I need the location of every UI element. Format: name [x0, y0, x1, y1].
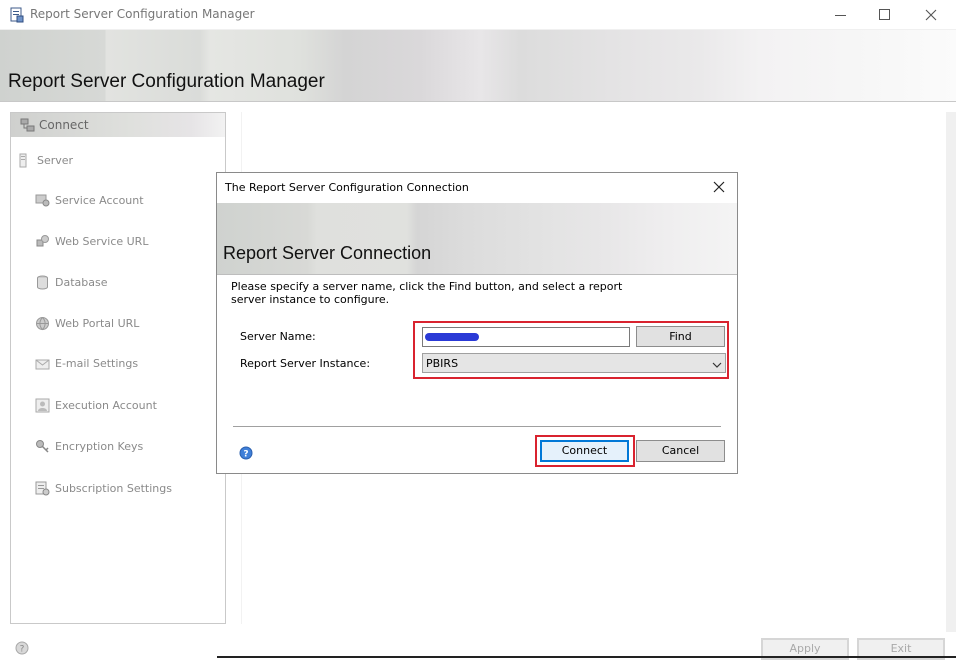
selected-instance: PBIRS — [426, 357, 459, 370]
redaction-scribble — [425, 333, 479, 341]
page-title: Report Server Configuration Manager — [8, 71, 325, 92]
server-name-label: Server Name: — [240, 330, 316, 343]
report-server-instance-label: Report Server Instance: — [240, 357, 371, 370]
connection-dialog: The Report Server Configuration Connecti… — [216, 172, 738, 474]
svg-text:?: ? — [243, 450, 248, 460]
close-window-button[interactable] — [908, 0, 954, 30]
connect-icon — [20, 117, 36, 136]
close-icon — [925, 9, 937, 21]
sidebar-item-label: Service Account — [55, 194, 144, 207]
database-icon — [35, 275, 50, 290]
encryption-keys-icon — [35, 439, 50, 454]
service-account-icon — [35, 193, 50, 208]
execution-account-icon — [35, 398, 50, 413]
find-button[interactable]: Find — [636, 326, 725, 347]
dialog-help-icon[interactable]: ? — [239, 446, 253, 463]
server-icon — [17, 153, 32, 168]
sidebar-item-label: Execution Account — [55, 399, 157, 412]
minimize-icon — [835, 15, 846, 16]
chevron-down-icon — [712, 359, 722, 372]
app-banner: Report Server Configuration Manager — [0, 30, 956, 102]
dialog-title: The Report Server Configuration Connecti… — [225, 181, 469, 194]
sidebar-item-label: Server — [37, 154, 74, 167]
help-icon[interactable]: ? — [15, 641, 29, 658]
dialog-heading: Report Server Connection — [223, 243, 432, 263]
dialog-instructions: Please specify a server name, click the … — [231, 280, 623, 306]
svg-text:?: ? — [20, 645, 25, 655]
dialog-titlebar: The Report Server Configuration Connecti… — [217, 173, 737, 203]
sidebar-item-label: Database — [55, 276, 108, 289]
sidebar-item-label: Encryption Keys — [55, 440, 144, 453]
cancel-button[interactable]: Cancel — [636, 440, 725, 462]
web-service-url-icon — [35, 234, 50, 249]
dialog-close-button[interactable] — [713, 181, 725, 196]
web-portal-url-icon — [35, 316, 50, 331]
sidebar-item-label: Web Portal URL — [55, 317, 140, 330]
window-titlebar: Report Server Configuration Manager — [0, 0, 956, 30]
dialog-divider — [233, 426, 721, 427]
minimize-button[interactable] — [818, 0, 864, 30]
maximize-button[interactable] — [862, 0, 908, 30]
window-title: Report Server Configuration Manager — [30, 7, 255, 21]
sidebar-item-label: Connect — [39, 118, 89, 132]
sidebar-item-label: E-mail Settings — [55, 357, 139, 370]
sidebar-item-label: Subscription Settings — [55, 482, 172, 495]
right-edge — [946, 112, 956, 632]
sidebar-nav: Connect Server Service Account Web Servi… — [10, 112, 226, 624]
maximize-icon — [879, 9, 890, 20]
dialog-banner: Report Server Connection — [217, 203, 737, 275]
report-server-instance-select[interactable]: PBIRS — [422, 353, 726, 373]
close-icon — [713, 181, 725, 193]
email-settings-icon — [35, 356, 50, 371]
connect-button[interactable]: Connect — [540, 440, 629, 462]
sidebar-item-label: Web Service URL — [55, 235, 149, 248]
report-server-app-icon — [9, 7, 25, 23]
subscription-settings-icon — [35, 481, 50, 496]
sidebar-item-connect[interactable]: Connect — [11, 113, 225, 137]
